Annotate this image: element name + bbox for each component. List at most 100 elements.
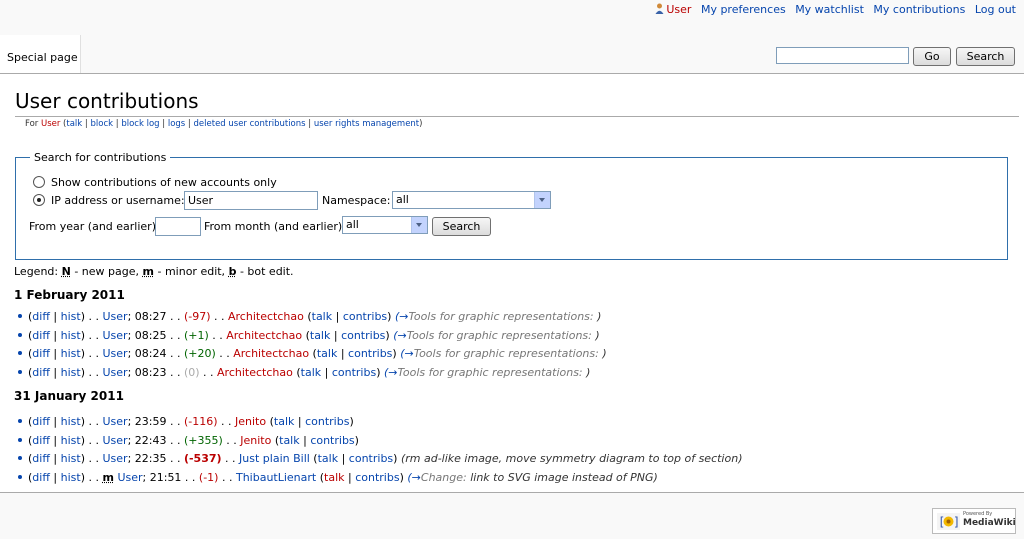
subtitle-logs-link[interactable]: logs <box>168 119 185 129</box>
editor-talk-link[interactable]: talk <box>301 366 321 379</box>
powered-by-text: Powered By <box>963 511 993 517</box>
editor-link[interactable]: Architectchao <box>233 347 309 360</box>
month-select[interactable]: all <box>342 216 428 234</box>
editor-link[interactable]: Jenito <box>235 415 266 428</box>
tab-special-page[interactable]: Special page <box>0 35 81 73</box>
summary-text: ) <box>602 347 607 361</box>
powered-by-mediawiki-badge[interactable]: [ ] Powered By MediaWiki <box>932 508 1016 534</box>
day-heading: 1 February 2011 <box>14 288 125 302</box>
page-link[interactable]: User <box>102 366 127 379</box>
editor-talk-link[interactable]: talk <box>317 347 337 360</box>
editor-link[interactable]: ThibautLienart <box>236 471 316 484</box>
diff-link[interactable]: diff <box>32 415 50 428</box>
editor-contribs-link[interactable]: contribs <box>349 452 393 465</box>
summary-text: link to SVG image instead of PNG) <box>466 470 658 484</box>
go-button[interactable]: Go <box>913 47 951 66</box>
editor-talk-link[interactable]: talk <box>318 452 338 465</box>
user-page-link[interactable]: User <box>666 3 691 16</box>
page-link[interactable]: User <box>102 347 127 360</box>
hist-link[interactable]: hist <box>61 434 81 447</box>
contribution-row: (diff | hist) . . User; 08:27 . . (-97) … <box>18 308 607 327</box>
radio-new-accounts[interactable] <box>33 176 45 188</box>
contributions-subtitle: For User (talk | block | block log | log… <box>25 119 423 129</box>
chevron-down-icon <box>534 192 550 208</box>
editor-talk-link[interactable]: talk <box>274 415 294 428</box>
diff-link[interactable]: diff <box>32 366 50 379</box>
section-arrow-link[interactable]: (→ <box>384 366 398 379</box>
hist-link[interactable]: hist <box>61 452 81 465</box>
namespace-select[interactable]: all <box>392 191 551 209</box>
page-link[interactable]: User <box>117 471 142 484</box>
editor-contribs-link[interactable]: contribs <box>341 329 385 342</box>
editor-link[interactable]: Jenito <box>240 434 271 447</box>
my-watchlist-link[interactable]: My watchlist <box>795 3 864 16</box>
hist-link[interactable]: hist <box>61 329 81 342</box>
subtitle-block-log-link[interactable]: block log <box>121 119 159 129</box>
editor-contribs-link[interactable]: contribs <box>310 434 354 447</box>
section-arrow-link[interactable]: (→ <box>407 471 421 484</box>
editor-talk-link[interactable]: talk <box>310 329 330 342</box>
radio-ip-username[interactable] <box>33 194 45 206</box>
hist-link[interactable]: hist <box>61 471 81 484</box>
legend-bot-abbr: b <box>228 265 237 278</box>
section-arrow-link[interactable]: (→ <box>393 329 407 342</box>
content-area: User contributions For User (talk | bloc… <box>0 73 1024 493</box>
hist-link[interactable]: hist <box>61 366 81 379</box>
editor-contribs-link[interactable]: contribs <box>305 415 349 428</box>
log-out-link[interactable]: Log out <box>975 3 1016 16</box>
section-arrow-link[interactable]: (→ <box>395 310 409 323</box>
page-link[interactable]: User <box>102 434 127 447</box>
edit-time: 22:43 <box>134 433 167 447</box>
hist-link[interactable]: hist <box>61 310 81 323</box>
username-input[interactable]: User <box>184 191 318 210</box>
section-name: Change: <box>420 470 467 484</box>
edit-time: 22:35 <box>134 452 167 466</box>
editor-link[interactable]: Architectchao <box>228 310 304 323</box>
namespace-label: Namespace: <box>322 194 391 207</box>
editor-contribs-link[interactable]: contribs <box>348 347 392 360</box>
year-input[interactable] <box>155 217 201 236</box>
subtitle-talk-link[interactable]: talk <box>66 119 82 129</box>
editor-link[interactable]: Just plain Bill <box>239 452 310 465</box>
legend-prefix: Legend: <box>14 265 59 278</box>
page-link[interactable]: User <box>102 415 127 428</box>
search-input[interactable] <box>776 47 909 64</box>
hist-link[interactable]: hist <box>61 347 81 360</box>
editor-talk-link[interactable]: talk <box>324 471 344 484</box>
edit-summary: (rm ad-like image, move symmetry diagram… <box>400 452 743 466</box>
editor-talk-link[interactable]: talk <box>312 310 332 323</box>
contribution-list: (diff | hist) . . User; 23:59 . . (-116)… <box>18 413 742 487</box>
page-link[interactable]: User <box>102 310 127 323</box>
contribution-row: (diff | hist) . . User; 22:43 . . (+355)… <box>18 432 742 451</box>
personal-tools: User My preferences My watchlist My cont… <box>655 3 1016 16</box>
editor-talk-link[interactable]: talk <box>279 434 299 447</box>
my-preferences-link[interactable]: My preferences <box>701 3 786 16</box>
summary-text: ) <box>595 328 600 342</box>
diff-link[interactable]: diff <box>32 452 50 465</box>
editor-contribs-link[interactable]: contribs <box>332 366 376 379</box>
diff-link[interactable]: diff <box>32 310 50 323</box>
diff-link[interactable]: diff <box>32 329 50 342</box>
editor-link[interactable]: Architectchao <box>217 366 293 379</box>
my-contributions-link[interactable]: My contributions <box>873 3 965 16</box>
editor-contribs-link[interactable]: contribs <box>343 310 387 323</box>
search-button[interactable]: Search <box>956 47 1015 66</box>
hist-link[interactable]: hist <box>61 415 81 428</box>
editor-link[interactable]: Architectchao <box>226 329 302 342</box>
subtitle-user-rights-link[interactable]: user rights management <box>314 119 419 129</box>
diff-link[interactable]: diff <box>32 347 50 360</box>
legend-new-abbr: N <box>61 265 71 278</box>
subtitle-user-link[interactable]: User <box>41 119 60 129</box>
subtitle-deleted-contribs-link[interactable]: deleted user contributions <box>194 119 306 129</box>
page-link[interactable]: User <box>102 329 127 342</box>
page-link[interactable]: User <box>102 452 127 465</box>
diff-link[interactable]: diff <box>32 434 50 447</box>
editor-contribs-link[interactable]: contribs <box>355 471 399 484</box>
subtitle-block-link[interactable]: block <box>91 119 114 129</box>
user-icon <box>655 3 664 14</box>
size-change: (-97) <box>183 310 211 323</box>
form-search-button[interactable]: Search <box>432 217 491 236</box>
edit-time: 23:59 <box>134 415 167 428</box>
section-arrow-link[interactable]: (→ <box>400 347 414 360</box>
diff-link[interactable]: diff <box>32 471 50 484</box>
